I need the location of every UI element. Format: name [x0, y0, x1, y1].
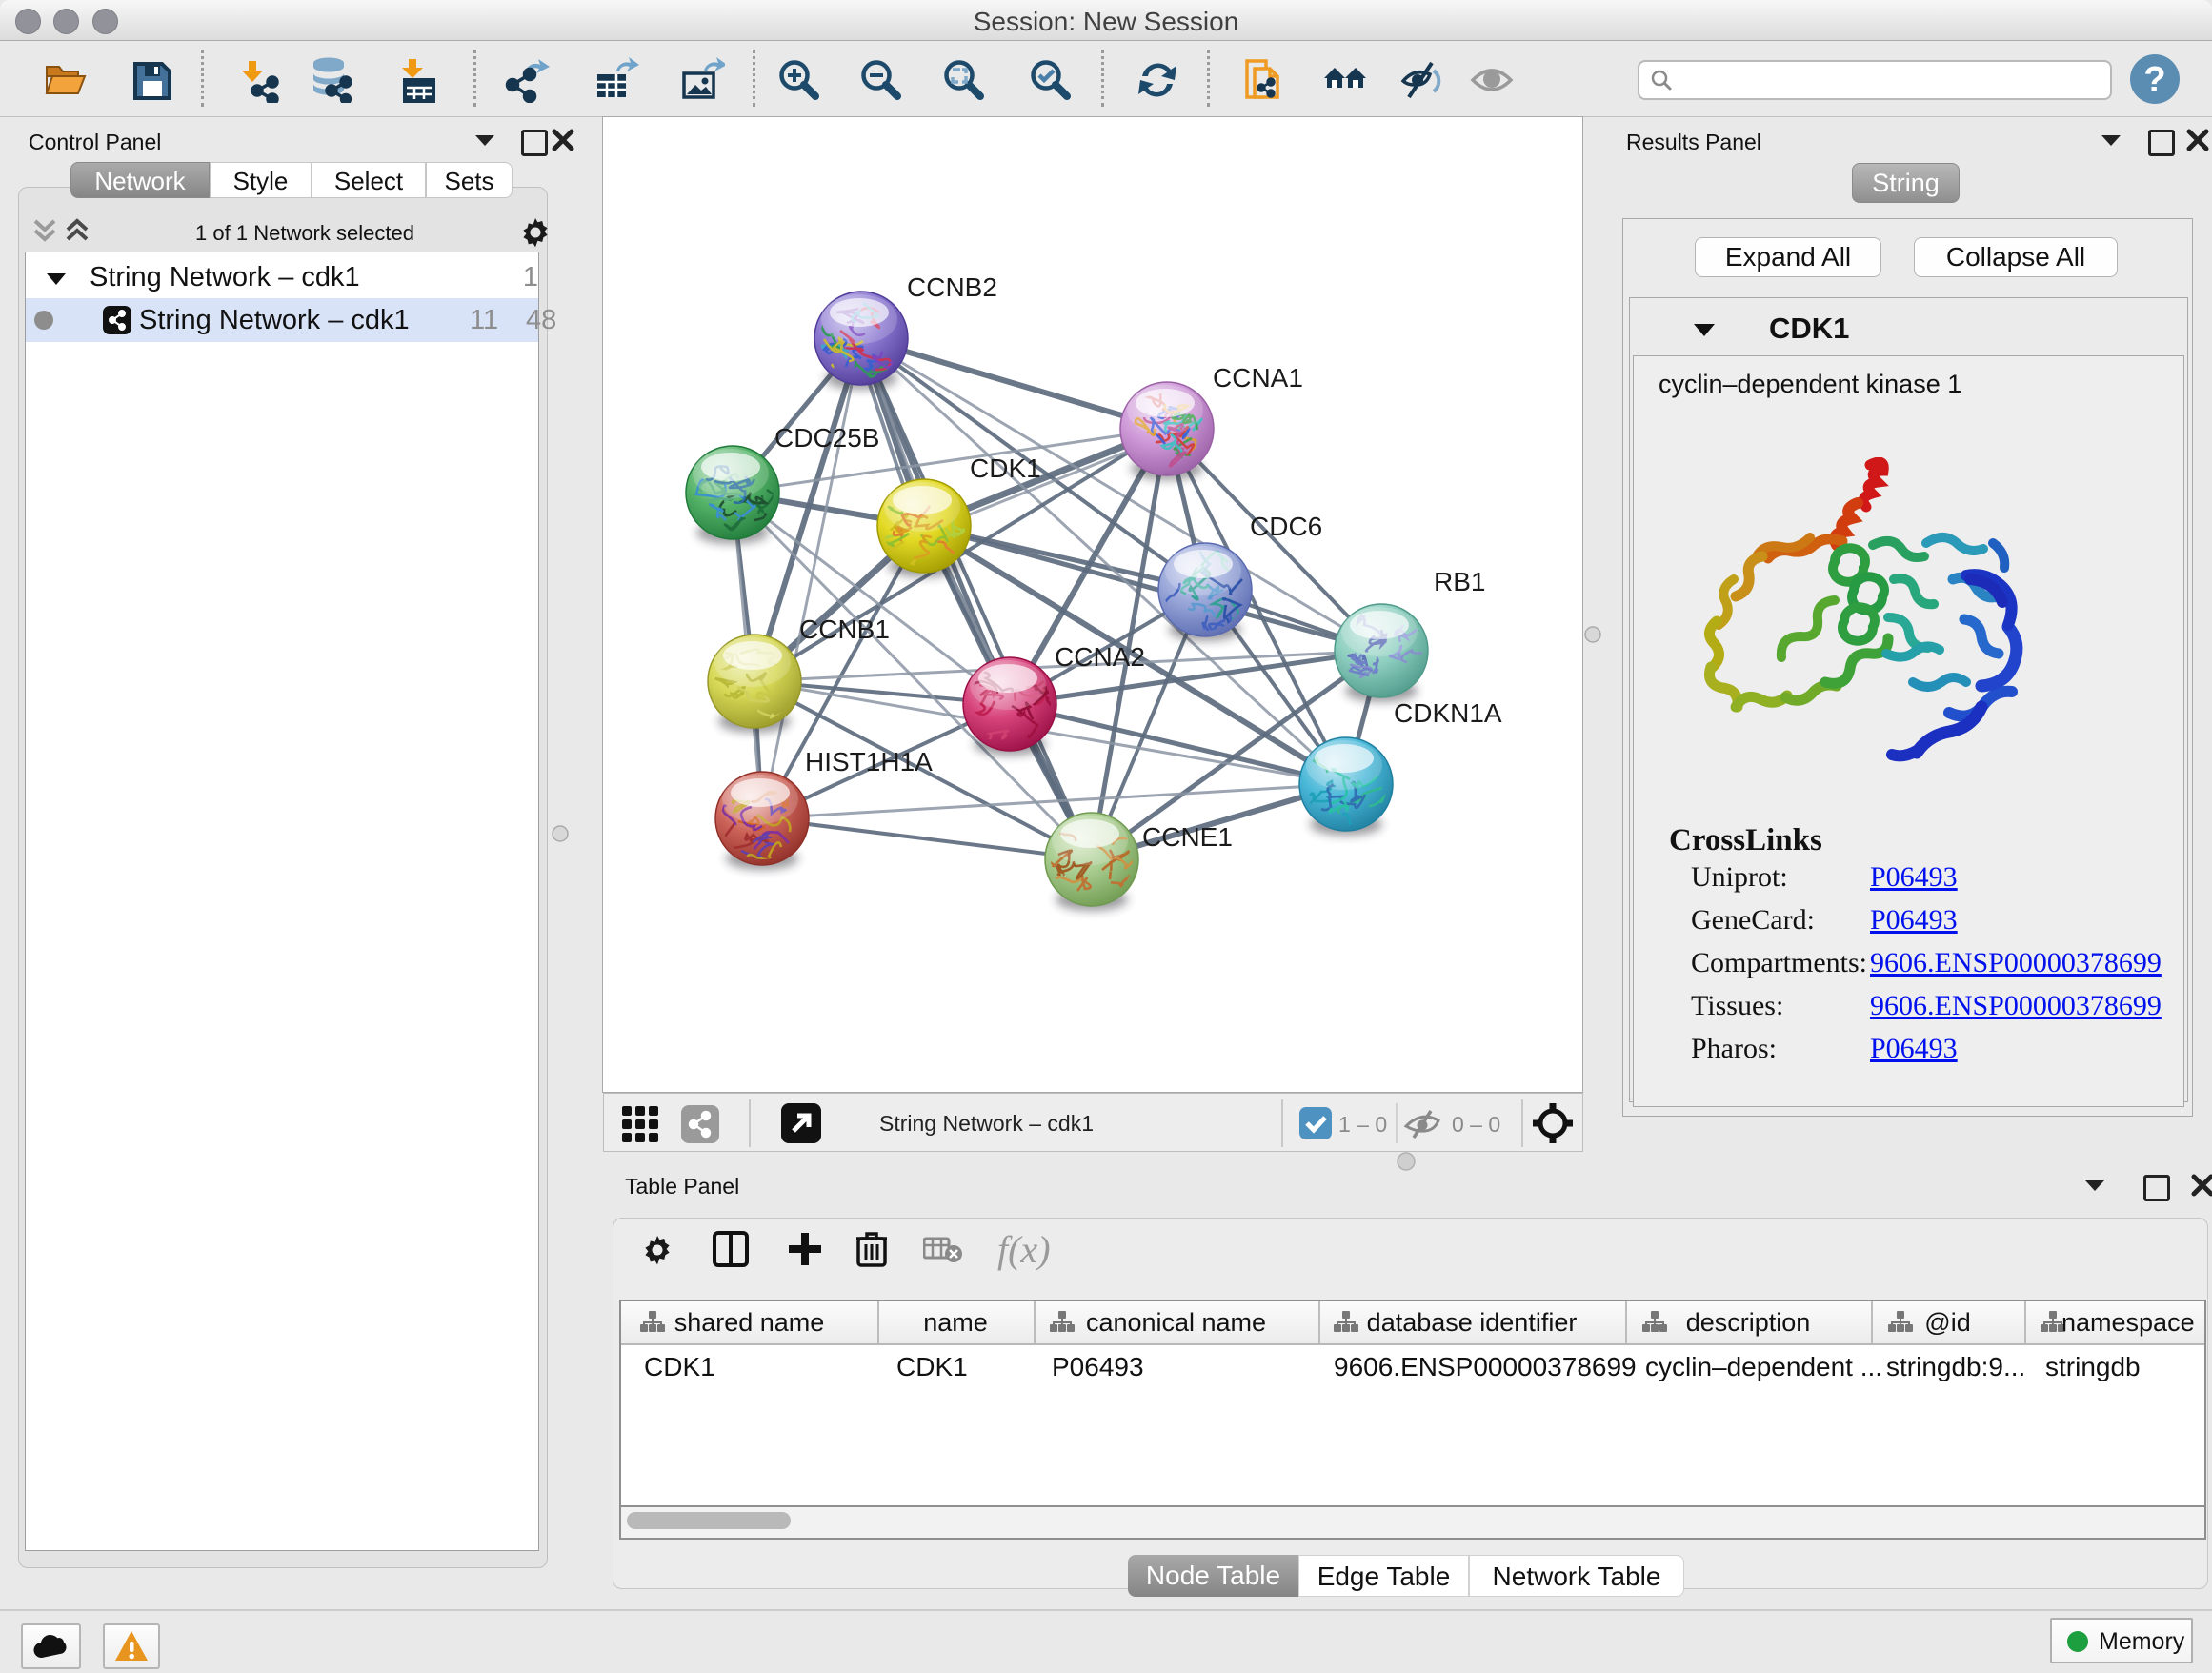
- svg-text:CCNE1: CCNE1: [1142, 822, 1233, 852]
- svg-text:?: ?: [2143, 60, 2165, 100]
- svg-text:RB1: RB1: [1434, 567, 1485, 596]
- svg-text:CCNB1: CCNB1: [799, 615, 890, 644]
- svg-text:CDC6: CDC6: [1250, 512, 1322, 541]
- svg-text:CDKN1A: CDKN1A: [1394, 698, 1502, 728]
- svg-text:CDK1: CDK1: [970, 454, 1041, 483]
- svg-text:CDC25B: CDC25B: [774, 423, 879, 453]
- svg-text:CCNB2: CCNB2: [907, 272, 997, 302]
- svg-text:HIST1H1A: HIST1H1A: [805, 747, 933, 776]
- svg-text:CCNA1: CCNA1: [1213, 363, 1303, 393]
- svg-text:CCNA2: CCNA2: [1055, 642, 1145, 672]
